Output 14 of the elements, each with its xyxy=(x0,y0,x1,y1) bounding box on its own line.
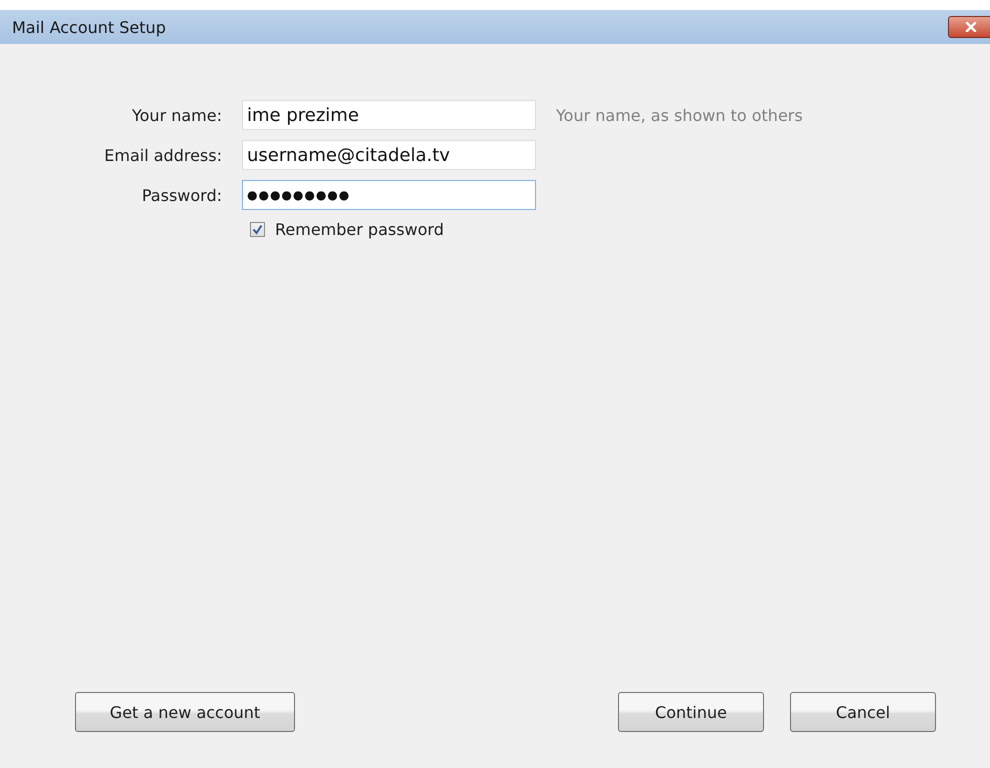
field-label: Your name: xyxy=(130,106,222,124)
field-label: Password: xyxy=(140,186,222,204)
close-icon xyxy=(965,22,977,32)
close-button[interactable] xyxy=(948,16,990,38)
input-field[interactable]: ●●●●●●●●● xyxy=(242,180,536,210)
dialog-button[interactable]: Continue xyxy=(618,692,764,732)
input-field[interactable]: ime prezime xyxy=(242,100,536,130)
field-label: Email address: xyxy=(103,146,222,164)
window-title: Mail Account Setup xyxy=(12,18,166,36)
get-new-account-button[interactable]: Get a new account xyxy=(75,692,295,732)
input-field[interactable]: username@citadela.tv xyxy=(242,140,536,170)
dialog-button[interactable]: Cancel xyxy=(790,692,936,732)
field-hint: Your name, as shown to others xyxy=(556,106,804,124)
remember-password-checkbox[interactable]: Remember password xyxy=(242,220,536,239)
